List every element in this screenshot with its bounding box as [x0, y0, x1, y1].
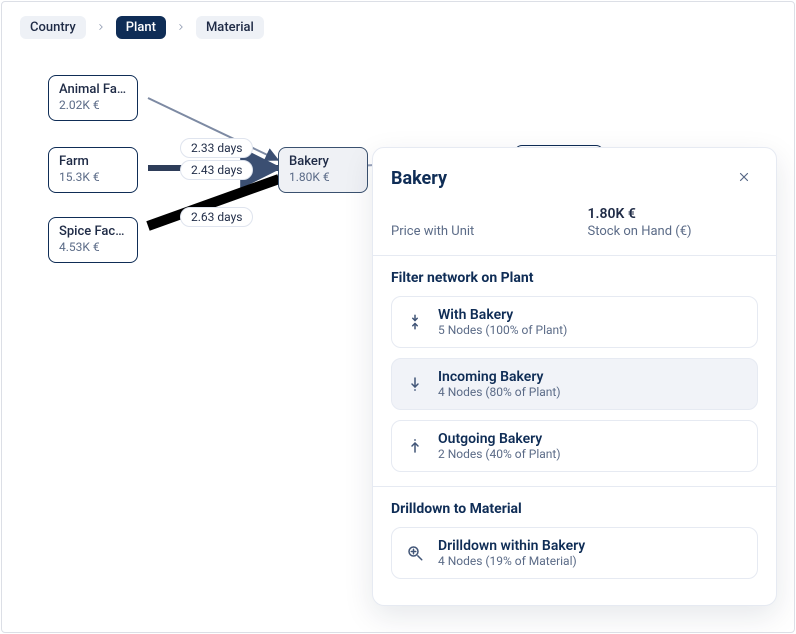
- filter-with-subtitle: 5 Nodes (100% of Plant): [438, 323, 567, 337]
- node-title: Bakery: [289, 154, 357, 170]
- filter-outgoing-subtitle: 2 Nodes (40% of Plant): [438, 447, 561, 461]
- node-bakery[interactable]: Bakery 1.80K €: [278, 147, 368, 193]
- crumb-plant[interactable]: Plant: [116, 16, 166, 39]
- filter-outgoing[interactable]: Outgoing Bakery 2 Nodes (40% of Plant): [391, 420, 758, 472]
- arrow-down-icon: [404, 373, 426, 395]
- app-frame: Country Plant Material: [1, 1, 795, 633]
- close-button[interactable]: [730, 164, 758, 192]
- filter-incoming-title: Incoming Bakery: [438, 369, 561, 385]
- kv-right-value: 1.80K €: [588, 206, 759, 224]
- node-title: Farm: [59, 154, 127, 170]
- filter-section: Filter network on Plant With Bakery 5 No…: [373, 256, 776, 486]
- node-value: 2.02K €: [59, 98, 127, 113]
- zoom-in-icon: [404, 542, 426, 564]
- node-value: 4.53K €: [59, 240, 127, 255]
- filter-outgoing-title: Outgoing Bakery: [438, 431, 561, 447]
- filter-with[interactable]: With Bakery 5 Nodes (100% of Plant): [391, 296, 758, 348]
- kv-right-label: Stock on Hand (€): [588, 224, 759, 239]
- chevron-right-icon: [94, 21, 108, 35]
- drilldown-subtitle: 4 Nodes (19% of Material): [438, 554, 585, 568]
- node-animal-farm[interactable]: Animal Fa… 2.02K €: [48, 75, 138, 121]
- node-value: 15.3K €: [59, 170, 127, 185]
- filter-with-title: With Bakery: [438, 307, 567, 323]
- node-farm[interactable]: Farm 15.3K €: [48, 147, 138, 193]
- breadcrumb: Country Plant Material: [2, 2, 794, 39]
- edge-label-farm-bakery: 2.43 days: [180, 160, 253, 180]
- filter-incoming-subtitle: 4 Nodes (80% of Plant): [438, 385, 561, 399]
- panel-key-values: Price with Unit 1.80K € Stock on Hand (€…: [373, 192, 776, 255]
- edge-label-spice-bakery: 2.63 days: [180, 207, 253, 227]
- crumb-material[interactable]: Material: [196, 16, 264, 39]
- kv-left-label: Price with Unit: [391, 224, 562, 239]
- node-title: Spice Fac…: [59, 224, 127, 240]
- edge-label-animal-bakery: 2.33 days: [180, 138, 253, 158]
- filter-incoming[interactable]: Incoming Bakery 4 Nodes (80% of Plant): [391, 358, 758, 410]
- node-title: Animal Fa…: [59, 82, 127, 98]
- panel-title: Bakery: [391, 168, 447, 189]
- node-detail-panel: Bakery Price with Unit 1.80K € Stock on …: [372, 147, 777, 606]
- crumb-country[interactable]: Country: [20, 16, 86, 39]
- drilldown-title: Drilldown within Bakery: [438, 538, 585, 554]
- node-spice-factory[interactable]: Spice Fac… 4.53K €: [48, 217, 138, 263]
- arrow-up-icon: [404, 435, 426, 457]
- chevron-right-icon: [174, 21, 188, 35]
- filter-heading: Filter network on Plant: [391, 270, 758, 286]
- kv-left-value: [391, 206, 562, 224]
- node-value: 1.80K €: [289, 170, 357, 185]
- drilldown-section: Drilldown to Material Drilldown within B…: [373, 487, 776, 605]
- both-directions-icon: [404, 311, 426, 333]
- close-icon: [737, 170, 751, 187]
- drilldown-option[interactable]: Drilldown within Bakery 4 Nodes (19% of …: [391, 527, 758, 579]
- drilldown-heading: Drilldown to Material: [391, 501, 758, 517]
